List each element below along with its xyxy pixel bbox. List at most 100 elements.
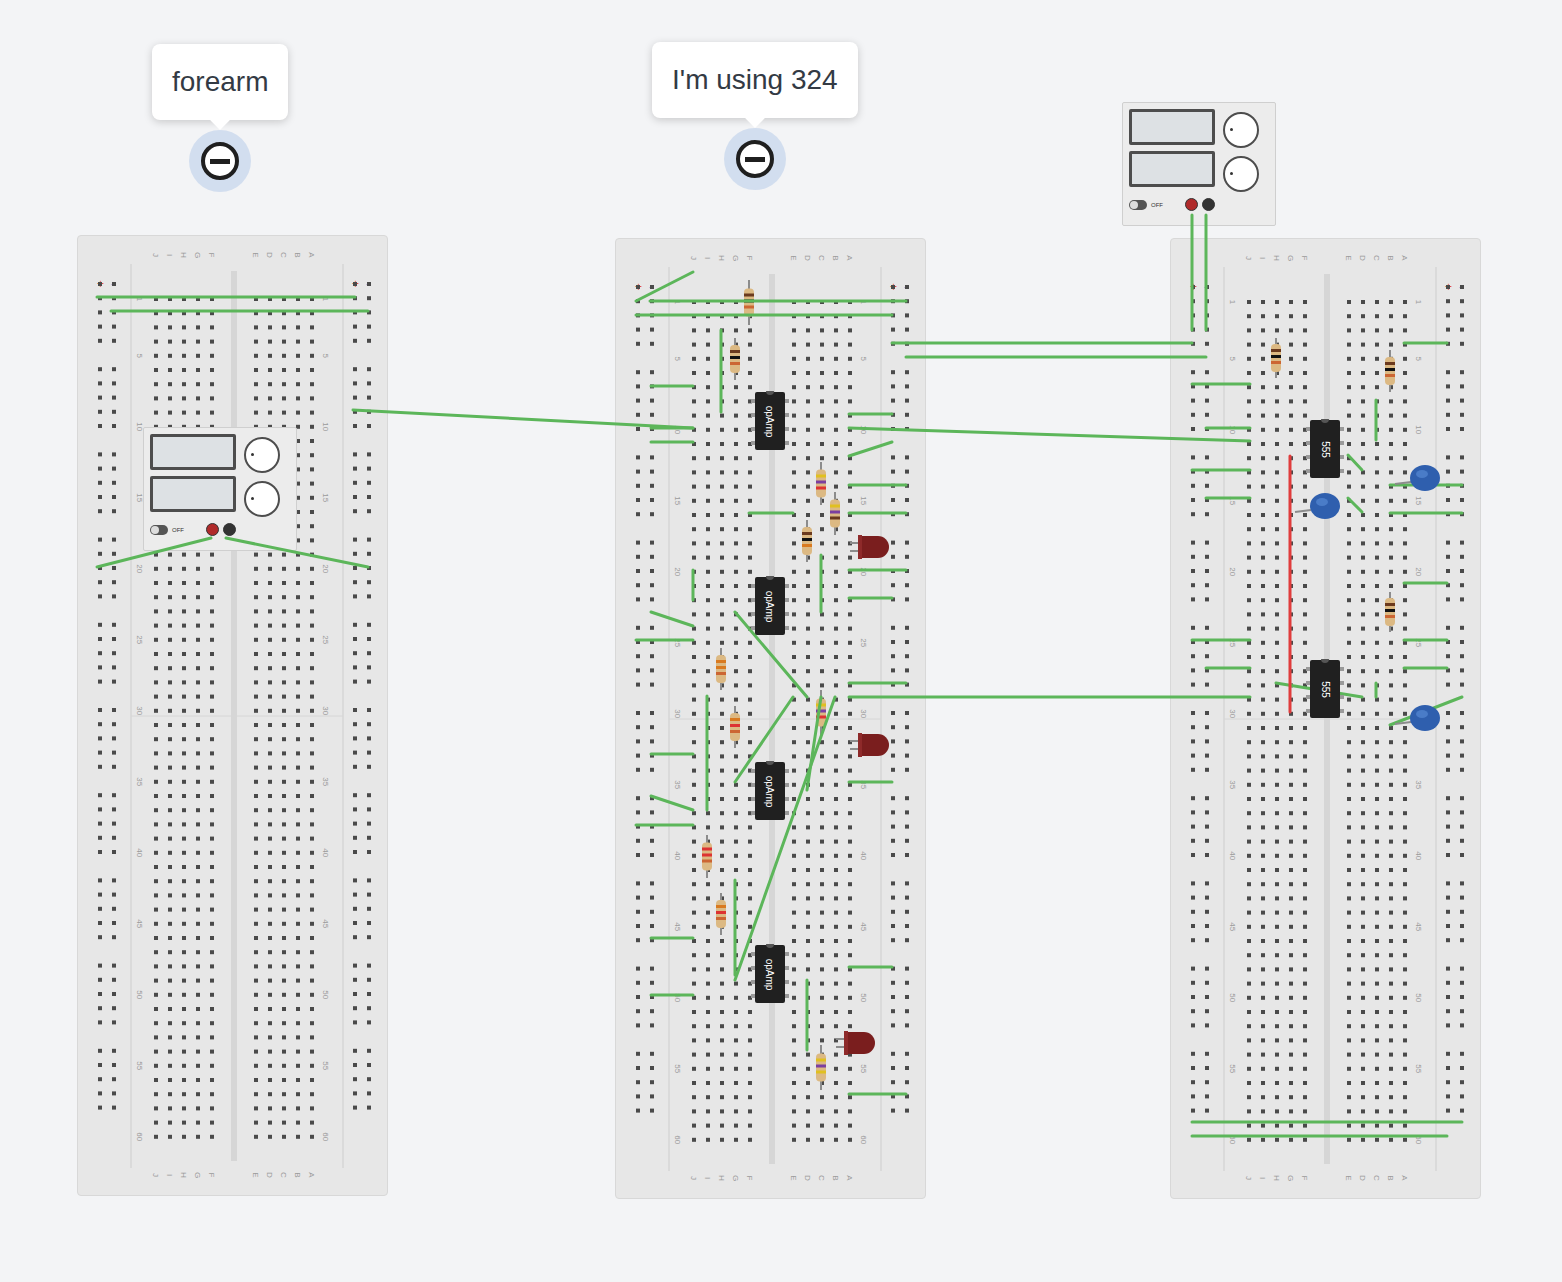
column-label: H xyxy=(179,252,188,258)
hole xyxy=(834,797,838,801)
hole xyxy=(748,1067,752,1071)
hole xyxy=(1289,371,1293,375)
rail-hole xyxy=(636,313,640,317)
row-label: 15 xyxy=(1228,496,1237,505)
rail-hole xyxy=(353,878,357,882)
hole xyxy=(1389,627,1393,631)
hole xyxy=(706,414,710,418)
hole xyxy=(720,641,724,645)
hole xyxy=(210,666,214,670)
hole xyxy=(1275,328,1279,332)
hole xyxy=(268,908,272,912)
column-label: E xyxy=(1344,1175,1353,1180)
rail-hole xyxy=(367,807,371,811)
row-label: 25 xyxy=(1228,638,1237,647)
row-label: 50 xyxy=(135,990,144,999)
hole xyxy=(820,385,824,389)
hole xyxy=(182,780,186,784)
hole xyxy=(1403,300,1407,304)
rail-hole xyxy=(367,1020,371,1024)
hole xyxy=(254,908,258,912)
hole xyxy=(734,414,738,418)
breadboard[interactable]: ++--JJIIHHGGFFEEDDCCBBAA1155101015152020… xyxy=(615,238,926,1199)
hole xyxy=(734,1124,738,1128)
hole xyxy=(282,908,286,912)
hole xyxy=(168,737,172,741)
rail-hole xyxy=(891,541,895,545)
hole xyxy=(168,808,172,812)
hole xyxy=(1389,385,1393,389)
breadboard[interactable]: ++--JJIIHHGGFFEEDDCCBBAA1155101015152020… xyxy=(77,235,388,1196)
hole xyxy=(182,1064,186,1068)
hole xyxy=(734,584,738,588)
hole xyxy=(282,624,286,628)
hole xyxy=(692,428,696,432)
hole xyxy=(806,726,810,730)
hole xyxy=(1375,584,1379,588)
column-label: A xyxy=(307,252,316,258)
rail-hole xyxy=(891,1094,895,1098)
hole xyxy=(310,808,314,812)
hole xyxy=(820,953,824,957)
hole xyxy=(720,683,724,687)
hole xyxy=(734,513,738,517)
hole xyxy=(182,893,186,897)
row-label: 50 xyxy=(1414,993,1423,1002)
hole xyxy=(820,769,824,773)
rail-hole xyxy=(891,342,895,346)
rail-hole xyxy=(367,495,371,499)
rail-hole xyxy=(353,282,357,286)
column-label: A xyxy=(845,255,854,261)
hole xyxy=(706,1010,710,1014)
rail-hole xyxy=(367,893,371,897)
hole xyxy=(182,695,186,699)
rail-hole xyxy=(905,796,909,800)
hole xyxy=(748,570,752,574)
row-label: 20 xyxy=(1228,567,1237,576)
hole xyxy=(210,737,214,741)
hole xyxy=(1247,556,1251,560)
hole xyxy=(1247,385,1251,389)
hole xyxy=(1389,527,1393,531)
hole xyxy=(196,865,200,869)
hole xyxy=(168,936,172,940)
hole xyxy=(310,411,314,415)
breadboard[interactable]: ++--JJIIHHGGFFEEDDCCBBAA1155101015152020… xyxy=(1170,238,1481,1199)
rail-hole xyxy=(891,299,895,303)
hole xyxy=(1261,612,1265,616)
hole xyxy=(154,624,158,628)
rail-hole xyxy=(891,583,895,587)
circuit-canvas[interactable]: ++--JJIIHHGGFFEEDDCCBBAA1155101015152020… xyxy=(0,0,1562,1282)
hole xyxy=(834,300,838,304)
rail-hole xyxy=(905,328,909,332)
hole xyxy=(182,950,186,954)
hole xyxy=(282,1021,286,1025)
row-label: 45 xyxy=(673,922,682,931)
hole xyxy=(310,709,314,713)
rail-hole xyxy=(367,339,371,343)
hole xyxy=(1275,414,1279,418)
column-label: H xyxy=(1272,255,1281,261)
rail-hole xyxy=(367,637,371,641)
rail-hole xyxy=(353,722,357,726)
hole xyxy=(168,1035,172,1039)
hole xyxy=(296,993,300,997)
hole xyxy=(720,570,724,574)
hole xyxy=(848,783,852,787)
hole xyxy=(282,1106,286,1110)
hole xyxy=(1303,300,1307,304)
hole xyxy=(296,666,300,670)
hole xyxy=(282,1064,286,1068)
rail-hole xyxy=(650,427,654,431)
hole xyxy=(168,581,172,585)
row-label: 15 xyxy=(859,496,868,505)
hole xyxy=(720,414,724,418)
hole xyxy=(820,811,824,815)
hole xyxy=(692,1124,696,1128)
rail-hole xyxy=(112,566,116,570)
hole xyxy=(268,808,272,812)
column-label: I xyxy=(1258,257,1267,259)
row-label: 1 xyxy=(135,297,144,302)
rail-hole xyxy=(891,597,895,601)
hole xyxy=(310,837,314,841)
